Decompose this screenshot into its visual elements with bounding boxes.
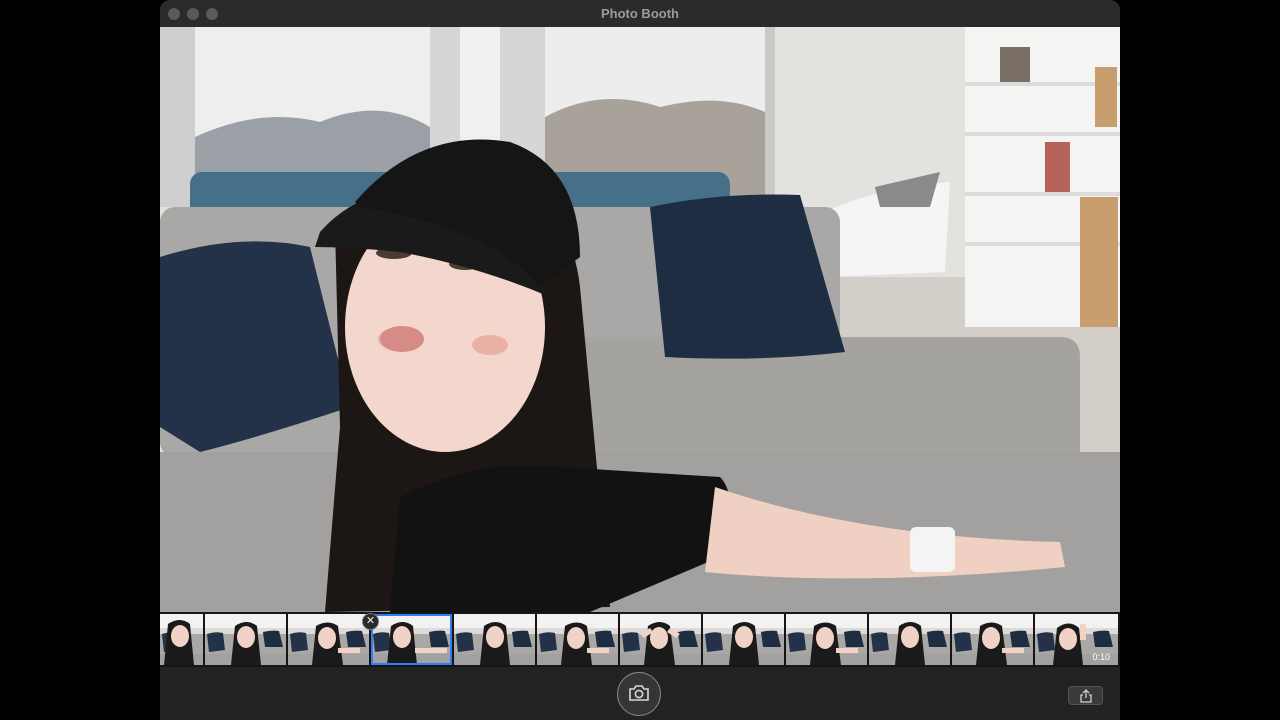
camera-icon: [629, 685, 649, 701]
thumbnail[interactable]: [620, 614, 701, 665]
thumbnail[interactable]: 0:10: [1035, 614, 1118, 665]
take-photo-button[interactable]: [617, 672, 661, 716]
thumbnail[interactable]: [703, 614, 784, 665]
video-duration: 0:10: [1092, 652, 1110, 662]
thumbnail-image: [454, 614, 535, 665]
thumbnail[interactable]: [786, 614, 867, 665]
thumbnail-image: [205, 614, 286, 665]
thumbnail-image: [371, 614, 452, 665]
thumbnail-image: [620, 614, 701, 665]
filmstrip: 0:10: [160, 612, 1120, 667]
thumbnail[interactable]: [537, 614, 618, 665]
window-title: Photo Booth: [601, 6, 679, 21]
thumbnail-image: [160, 614, 203, 665]
title-bar: Photo Booth: [160, 0, 1120, 28]
thumbnail[interactable]: [160, 614, 203, 665]
thumbnail[interactable]: [205, 614, 286, 665]
share-icon: [1080, 689, 1092, 703]
thumbnail[interactable]: [869, 614, 950, 665]
thumbnail-image: [703, 614, 784, 665]
photo-preview: [160, 27, 1120, 612]
thumbnail[interactable]: [454, 614, 535, 665]
thumbnail-image: [786, 614, 867, 665]
delete-thumbnail-icon[interactable]: ✕: [362, 613, 379, 630]
thumbnail-selected[interactable]: [371, 614, 452, 665]
photo-image: [160, 27, 1120, 612]
thumbnail-image: [288, 614, 369, 665]
thumbnail-image: [869, 614, 950, 665]
bottom-toolbar: [160, 667, 1120, 720]
photo-booth-window: Photo Booth ✕ 0:10: [160, 0, 1120, 720]
thumbnail[interactable]: [952, 614, 1033, 665]
thumbnail-image: [537, 614, 618, 665]
thumbnail-image: [952, 614, 1033, 665]
share-button[interactable]: [1068, 686, 1103, 705]
thumbnail[interactable]: [288, 614, 369, 665]
